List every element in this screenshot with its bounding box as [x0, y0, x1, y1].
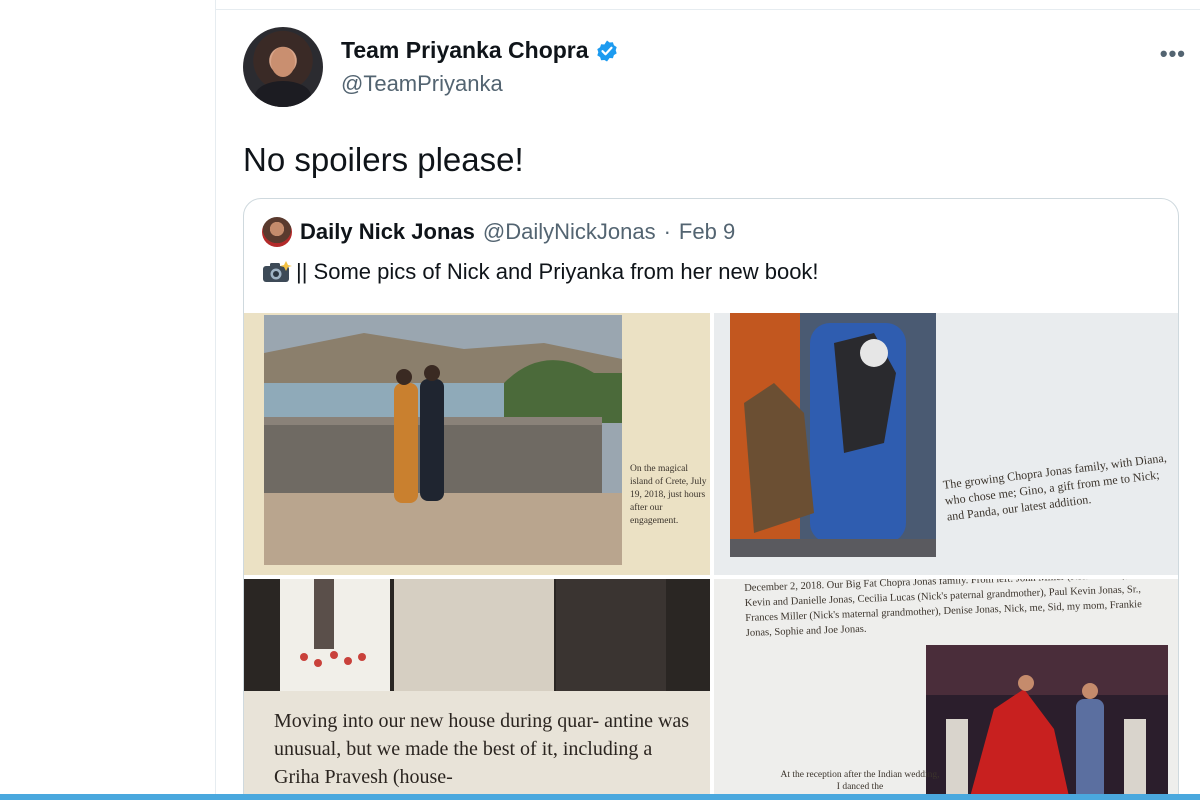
camera-flash-icon: [262, 260, 292, 284]
avatar[interactable]: [243, 27, 323, 107]
author-name-row: Team Priyanka Chopra: [341, 37, 619, 64]
tweet-text: No spoilers please!: [243, 141, 524, 178]
tweet[interactable]: Team Priyanka Chopra @TeamPriyanka ••• N…: [217, 11, 1200, 800]
quoted-handle[interactable]: @DailyNickJonas: [483, 219, 656, 245]
quoted-tweet[interactable]: Daily Nick Jonas @DailyNickJonas · Feb 9…: [243, 198, 1179, 800]
previous-tweet-divider: [216, 0, 1200, 10]
left-sidebar: [0, 0, 216, 800]
photo-crete-image: [244, 313, 710, 575]
photo-new-house-caption: Moving into our new house during quar- a…: [274, 710, 690, 788]
quoted-tweet-text-row: || Some pics of Nick and Priyanka from h…: [262, 259, 819, 285]
quoted-tweet-header: Daily Nick Jonas @DailyNickJonas · Feb 9: [262, 217, 735, 247]
photo-family-dogs[interactable]: The growing Chopra Jonas family, with Di…: [714, 313, 1178, 575]
author-handle[interactable]: @TeamPriyanka: [341, 71, 503, 97]
avatar-face-shape: [271, 47, 295, 77]
quoted-separator: ·: [663, 219, 671, 244]
photo-crete-caption: On the magical island of Crete, July 19,…: [630, 464, 707, 526]
more-horizontal-icon[interactable]: •••: [1160, 41, 1186, 67]
photo-grid: On the magical island of Crete, July 19,…: [244, 313, 1178, 800]
photo-crete[interactable]: On the magical island of Crete, July 19,…: [244, 313, 710, 575]
quoted-display-name[interactable]: Daily Nick Jonas: [300, 219, 475, 245]
quoted-tweet-text: || Some pics of Nick and Priyanka from h…: [296, 259, 819, 284]
verified-badge-icon: [595, 39, 619, 63]
photo-new-house[interactable]: Moving into our new house during quar- a…: [244, 579, 710, 800]
avatar-body-shape: [255, 81, 311, 107]
author-display-name[interactable]: Team Priyanka Chopra: [341, 37, 589, 64]
photo-wedding[interactable]: December 2, 2018. Our Big Fat Chopra Jon…: [714, 579, 1178, 800]
bottom-accent-bar: [0, 794, 1200, 800]
photo-wedding-caption-bottom: At the reception after the Indian weddin…: [780, 770, 940, 792]
photo-family-dogs-image: [714, 313, 1178, 575]
quoted-date[interactable]: Feb 9: [679, 219, 735, 245]
quoted-avatar[interactable]: [262, 217, 292, 247]
